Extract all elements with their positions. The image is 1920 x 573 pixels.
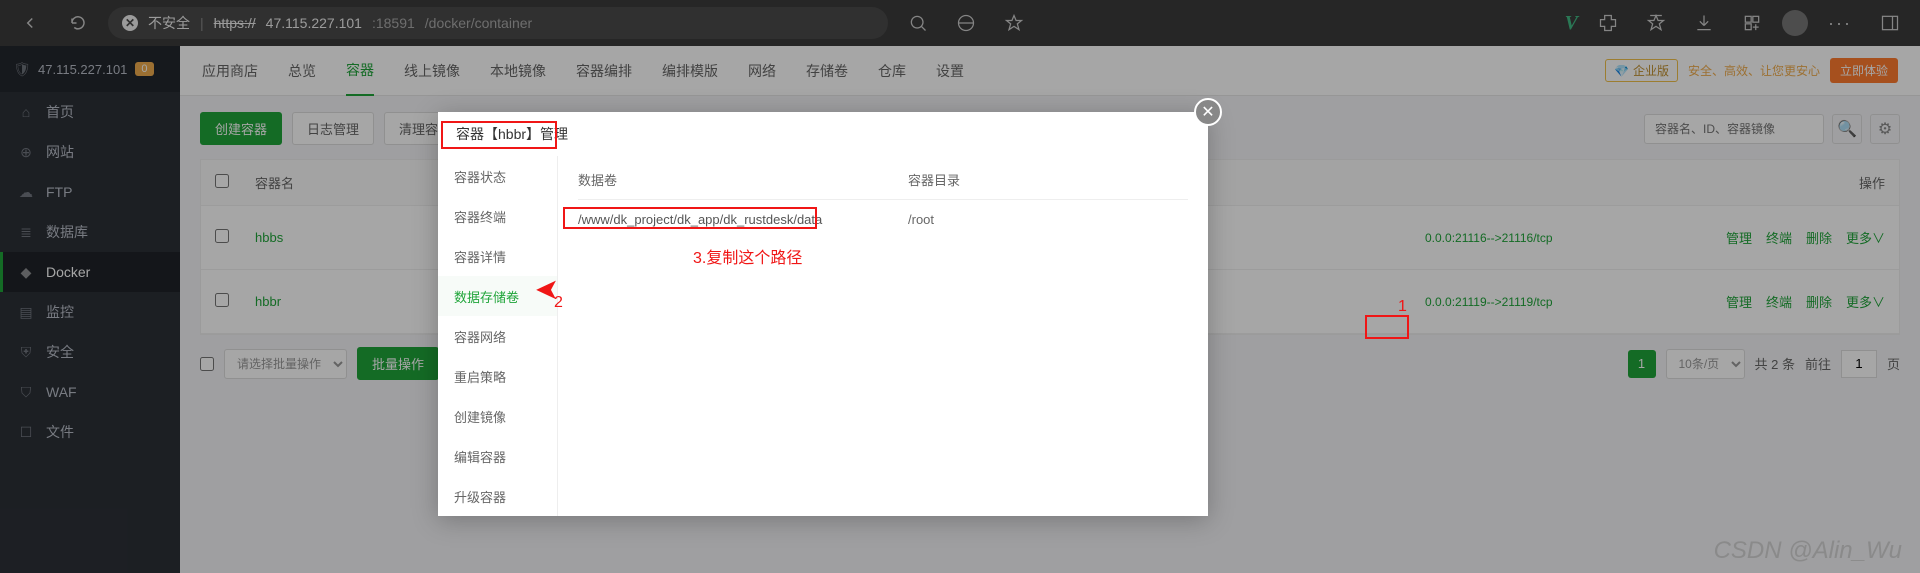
modal-nav-item-8[interactable]: 升级容器 xyxy=(438,476,557,516)
modal-col-volume: 数据卷 xyxy=(578,170,908,189)
modal-title: 容器【hbbr】管理 xyxy=(456,126,568,142)
container-dir: /root xyxy=(908,212,934,227)
modal-nav-item-6[interactable]: 创建镜像 xyxy=(438,396,557,436)
modal-nav-item-4[interactable]: 容器网络 xyxy=(438,316,557,356)
modal-nav-item-1[interactable]: 容器终端 xyxy=(438,196,557,236)
modal-nav-item-2[interactable]: 容器详情 xyxy=(438,236,557,276)
volume-path: /www/dk_project/dk_app/dk_rustdesk/data xyxy=(578,212,908,227)
modal-close-button[interactable]: ✕ xyxy=(1194,98,1222,126)
modal-nav-item-7[interactable]: 编辑容器 xyxy=(438,436,557,476)
modal-col-dir: 容器目录 xyxy=(908,170,960,189)
modal-nav-item-5[interactable]: 重启策略 xyxy=(438,356,557,396)
modal-nav: 容器状态容器终端容器详情数据存储卷容器网络重启策略创建镜像编辑容器升级容器 xyxy=(438,156,558,516)
modal-nav-item-3[interactable]: 数据存储卷 xyxy=(438,276,557,316)
modal-nav-item-0[interactable]: 容器状态 xyxy=(438,156,557,196)
container-manage-modal: 容器【hbbr】管理 ✕ 容器状态容器终端容器详情数据存储卷容器网络重启策略创建… xyxy=(438,112,1208,516)
